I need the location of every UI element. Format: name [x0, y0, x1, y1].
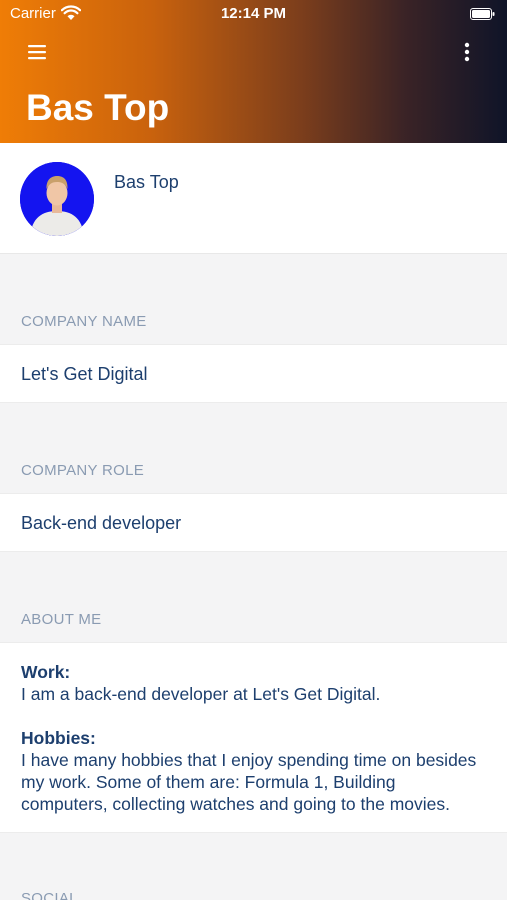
status-time: 12:14 PM [220, 5, 287, 22]
company-name-row[interactable]: Let's Get Digital [0, 344, 507, 403]
avatar[interactable] [20, 162, 94, 236]
company-name-value: Let's Get Digital [21, 364, 148, 384]
section-label-company-name: COMPANY NAME [21, 313, 147, 330]
battery-icon [470, 8, 495, 20]
status-bar: Carrier 12:14 PM [0, 0, 507, 28]
hamburger-menu-icon[interactable] [26, 42, 48, 62]
person-photo-icon [20, 162, 94, 236]
company-role-value: Back-end developer [21, 513, 182, 533]
profile-screen: Carrier 12:14 PM Bas Top Bas Top COMPANY… [0, 0, 507, 900]
work-text: I am a back-end developer at Let's Get D… [21, 684, 381, 704]
hobbies-text: I have many hobbies that I enjoy spendin… [21, 750, 477, 814]
section-label-company-role: COMPANY ROLE [21, 462, 145, 479]
profile-name: Bas Top [114, 172, 179, 192]
section-label-about-me: ABOUT ME [21, 611, 102, 628]
work-heading: Work: [21, 662, 71, 682]
hobbies-heading: Hobbies: [21, 728, 96, 748]
app-header: Carrier 12:14 PM Bas Top [0, 0, 507, 143]
company-role-row[interactable]: Back-end developer [0, 493, 507, 552]
vertical-ellipsis-icon[interactable] [460, 41, 474, 63]
about-me-card: Work: I am a back-end developer at Let's… [0, 642, 507, 833]
profile-card: Bas Top [0, 143, 507, 254]
page-title: Bas Top [26, 87, 170, 128]
section-label-social: SOCIAL [21, 890, 78, 900]
